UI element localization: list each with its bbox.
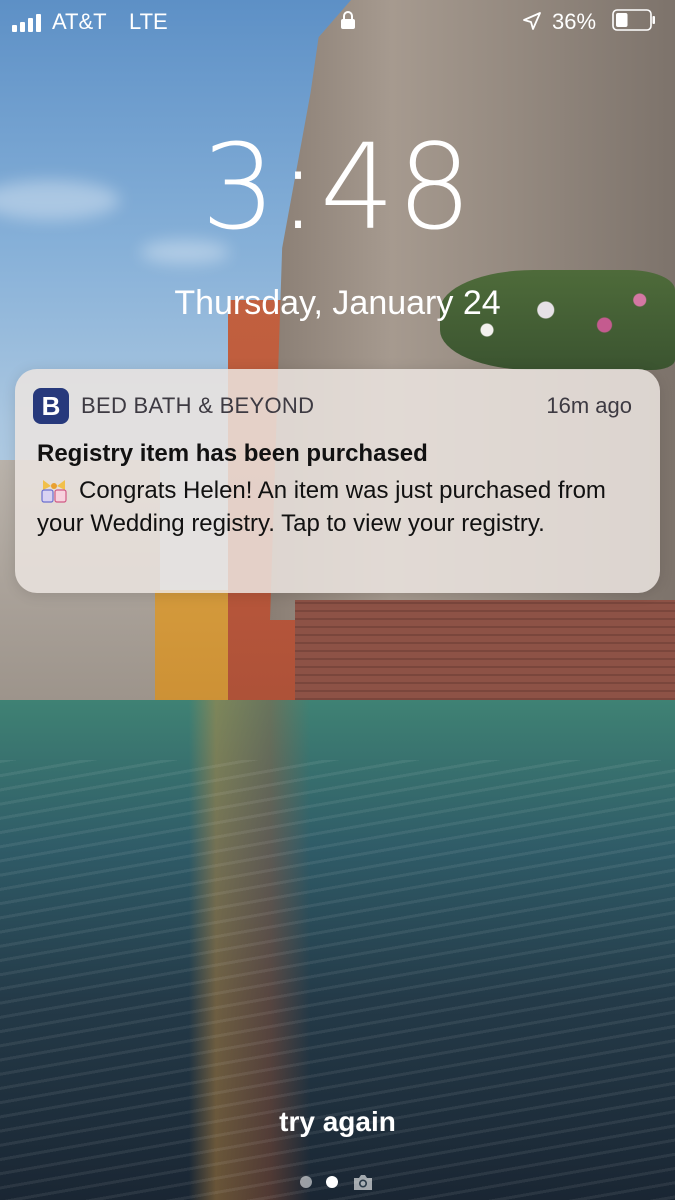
notification-header: B BED BATH & BEYOND 16m ago <box>15 369 660 441</box>
notification-body: Congrats Helen! An item was just purchas… <box>37 477 606 537</box>
page-indicator <box>300 1173 374 1191</box>
lock-icon <box>341 11 355 29</box>
page-dot <box>300 1176 312 1188</box>
status-bar: AT&T LTE 36% <box>0 0 675 44</box>
notification-body-block: Congrats Helen! An item was just purchas… <box>37 474 647 540</box>
notification-card[interactable]: B BED BATH & BEYOND 16m ago Registry ite… <box>15 369 660 593</box>
notification-time: 16m ago <box>546 393 632 418</box>
signal-icon <box>12 14 41 32</box>
network-type: LTE <box>129 9 168 34</box>
lock-screen-date: Thursday, January 24 <box>174 284 501 322</box>
bed-bath-beyond-app-icon: B <box>33 388 69 424</box>
battery-icon <box>612 9 655 31</box>
camera-icon[interactable] <box>352 1173 374 1191</box>
try-again-hint: try again <box>279 1106 396 1137</box>
carrier-name: AT&T <box>52 9 107 34</box>
app-icon-letter: B <box>41 390 61 421</box>
notification-title: Registry item has been purchased <box>37 440 428 467</box>
location-arrow-icon <box>523 12 541 30</box>
wedding-gift-emoji-icon <box>41 480 67 503</box>
battery-percent: 36% <box>552 9 597 34</box>
notification-app-name: BED BATH & BEYOND <box>81 393 315 418</box>
page-dot-active <box>326 1176 338 1188</box>
lock-screen-time: 3:48 <box>201 118 474 256</box>
